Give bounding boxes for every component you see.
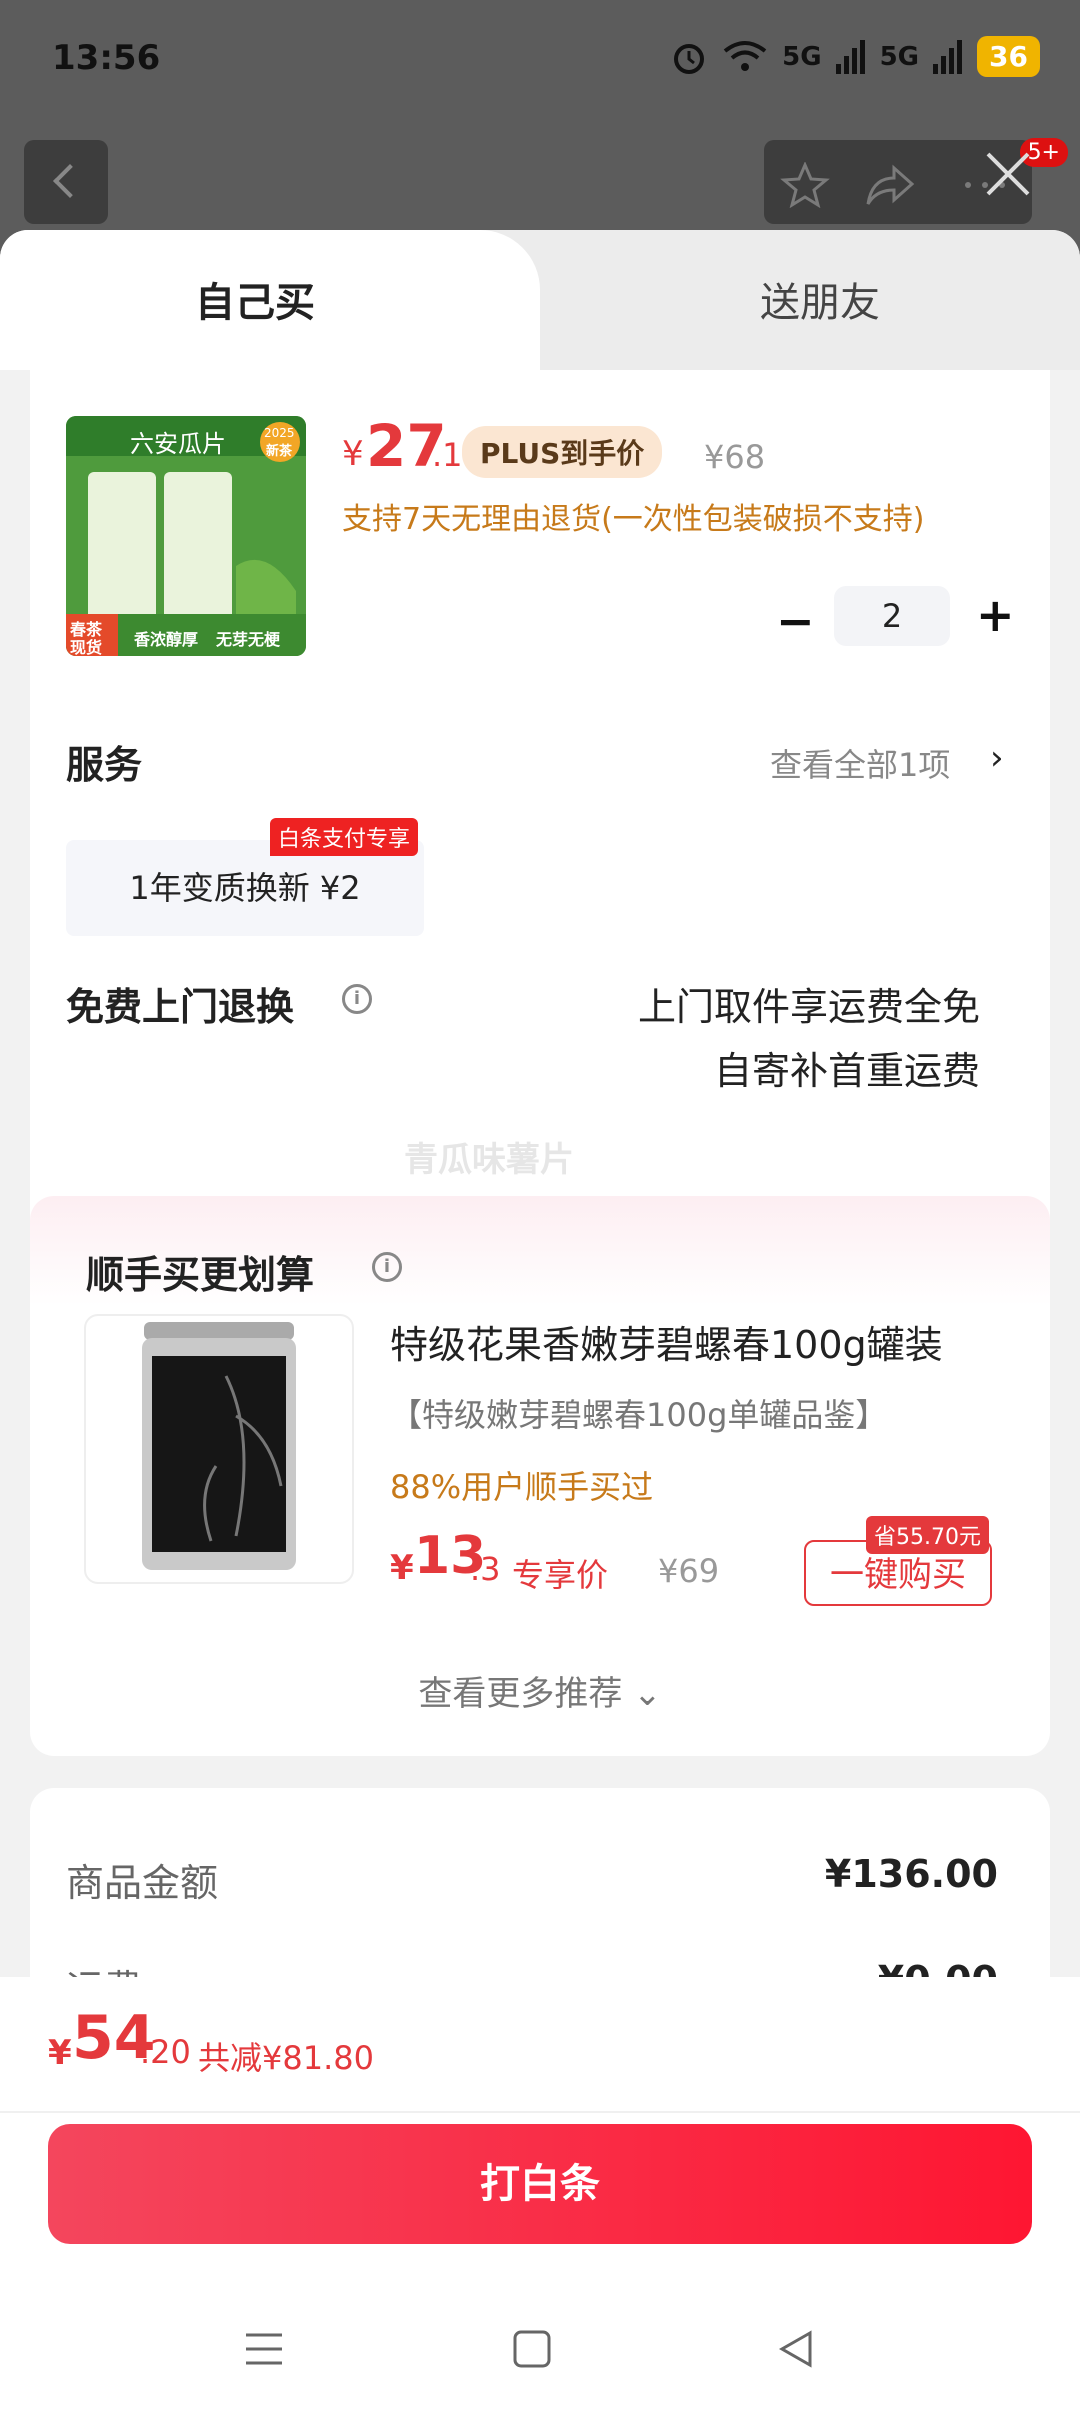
close-icon[interactable] <box>980 146 1036 202</box>
recommended-price-currency: ¥ <box>390 1548 414 1588</box>
goods-amount-label: 商品金额 <box>66 1861 219 1905</box>
wifi-icon <box>723 40 767 71</box>
info-icon[interactable]: i <box>372 1252 402 1282</box>
product-image-text: 六安瓜片 <box>130 430 226 458</box>
chevron-right-icon[interactable]: › <box>990 738 1004 778</box>
product-image-new: 新茶 <box>266 444 293 459</box>
info-icon[interactable]: i <box>342 984 372 1014</box>
product-image-tag: 无芽无梗 <box>216 630 281 649</box>
product-image-tag: 现货 <box>70 638 103 656</box>
tab-bar: 自己买 送朋友 <box>0 230 1080 370</box>
product-image[interactable]: 六安瓜片 2025 新茶 春茶 现货 香浓醇厚 无芽无梗 <box>66 416 306 656</box>
more-recommendations-label: 查看更多推荐 <box>418 1674 623 1714</box>
service-title: 服务 <box>66 743 143 787</box>
signal-5g-2: 5G <box>879 41 920 72</box>
status-time: 13:56 <box>52 38 161 78</box>
quantity-field[interactable]: 2 <box>834 586 950 646</box>
recommended-product-image[interactable] <box>84 1314 354 1584</box>
price-currency: ¥ <box>342 434 364 474</box>
price-decimal: .1 <box>432 436 463 474</box>
recommended-price-decimal: .3 <box>470 1550 501 1588</box>
alarm-icon <box>674 43 705 74</box>
free-return-line2: 自寄补首重运费 <box>713 1049 980 1093</box>
recommended-product-name[interactable]: 特级花果香嫩芽碧螺春100g罐装 <box>390 1314 943 1369</box>
back-nav-icon[interactable] <box>776 2327 816 2371</box>
total-currency: ¥ <box>48 2033 72 2073</box>
signal-bars-icon <box>933 39 963 74</box>
original-price: ¥68 <box>704 438 766 476</box>
watermark: 青瓜味薯片 <box>404 1140 574 1180</box>
recommendation-card: 顺手买更划算 i 特级花果香嫩芽碧螺春100g罐装 【特级嫩芽碧螺春100g单罐… <box>30 1196 1050 1756</box>
product-image-tag: 香浓醇厚 <box>134 630 199 649</box>
tab-gift-friend[interactable]: 送朋友 <box>760 270 880 328</box>
star-icon[interactable] <box>780 162 830 208</box>
divider <box>0 2111 1080 2113</box>
chevron-down-icon: ⌄ <box>633 1674 662 1714</box>
checkout-bar: ¥ 54 .20 共减¥81.80 打白条 <box>0 1977 1080 2412</box>
service-option-badge: 白条支付专享 <box>270 818 419 856</box>
recommendation-title: 顺手买更划算 <box>86 1253 315 1297</box>
total-decimal: .20 <box>140 2033 191 2071</box>
share-icon[interactable] <box>864 162 916 208</box>
return-policy-note: 支持7天无理由退货(一次性包装破损不支持) <box>342 502 925 537</box>
signal-5g-1: 5G <box>782 41 822 72</box>
product-image-year: 2025 <box>264 426 295 440</box>
savings-badge: 省55.70元 <box>866 1516 989 1554</box>
recommended-bought-note: 88%用户顺手买过 <box>390 1468 654 1506</box>
status-icons: 5G 5G 36 <box>670 36 1040 77</box>
total-reduction: 共减¥81.80 <box>198 2039 374 2077</box>
more-recommendations-link[interactable]: 查看更多推荐 ⌄ <box>30 1666 1050 1715</box>
home-icon[interactable] <box>512 2327 552 2371</box>
back-button[interactable] <box>24 140 108 224</box>
service-view-all-link[interactable]: 查看全部1项 <box>770 740 950 786</box>
recommended-product-subtitle: 【特级嫩芽碧螺春100g单罐品鉴】 <box>390 1396 888 1434</box>
menu-icon[interactable] <box>242 2327 286 2371</box>
system-nav-bar <box>0 2297 1080 2412</box>
increase-quantity-button[interactable]: + <box>976 588 1015 642</box>
recommended-original-price: ¥69 <box>658 1552 720 1590</box>
tab-label: 自己买 <box>195 280 315 326</box>
plus-price-tag: PLUS到手价 <box>462 426 663 478</box>
recommended-price-label: 专享价 <box>512 1556 609 1594</box>
decrease-quantity-button[interactable]: − <box>776 594 815 648</box>
free-return-title: 免费上门退换 <box>66 985 295 1029</box>
signal-bars-icon <box>835 39 865 74</box>
pay-button[interactable]: 打白条 <box>48 2124 1032 2244</box>
tab-buy-for-self[interactable]: 自己买 <box>0 230 540 370</box>
free-return-line1: 上门取件享运费全免 <box>637 985 980 1029</box>
battery-indicator: 36 <box>977 36 1040 77</box>
goods-amount-value: ¥136.00 <box>824 1852 998 1896</box>
status-bar: 13:56 5G 5G 36 <box>0 0 1080 120</box>
